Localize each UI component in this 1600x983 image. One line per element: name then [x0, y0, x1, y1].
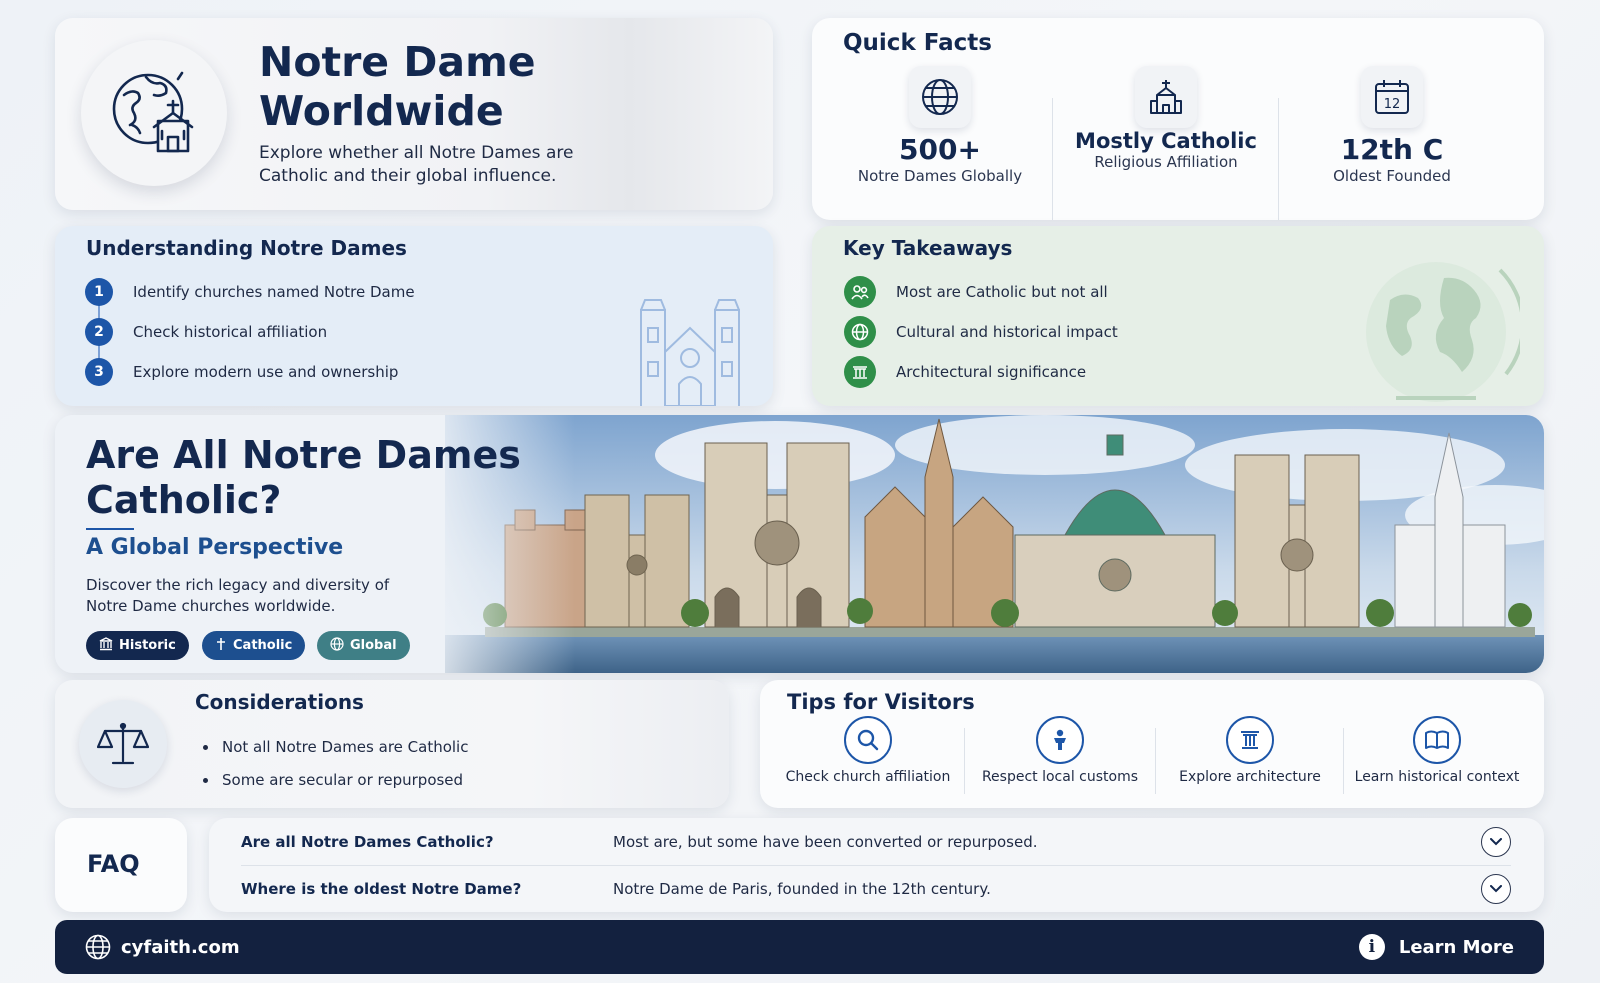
tag-global[interactable]: Global — [317, 631, 410, 660]
tip-label: Respect local customs — [981, 769, 1139, 785]
understanding-card: Understanding Notre Dames 1 Identify chu… — [55, 226, 773, 406]
consideration-item: Not all Notre Dames are Catholic — [203, 738, 468, 756]
tip-explore-architecture[interactable]: Explore architecture — [1155, 716, 1345, 786]
pillar-icon — [1226, 716, 1274, 764]
tips-title: Tips for Visitors — [787, 690, 975, 714]
cross-icon — [215, 637, 227, 655]
footer-site-link[interactable]: cyfaith.com — [85, 934, 240, 960]
considerations-title: Considerations — [195, 690, 364, 714]
globe-icon — [330, 636, 344, 655]
fact-notre-dames-globally: 500+ Notre Dames Globally — [827, 66, 1053, 186]
fact-religious-affiliation: Mostly Catholic Religious Affiliation — [1053, 66, 1279, 172]
globe-icon — [85, 934, 111, 960]
tip-label: Explore architecture — [1179, 769, 1321, 785]
tip-respect-customs[interactable]: Respect local customs — [965, 716, 1155, 786]
fact-label: Oldest Founded — [1333, 167, 1451, 185]
step-item: 1 Identify churches named Notre Dame — [85, 278, 415, 306]
chevron-down-icon[interactable] — [1481, 827, 1511, 857]
fact-value: 500+ — [899, 133, 981, 166]
scale-icon — [79, 700, 167, 788]
fact-value: Mostly Catholic — [1075, 129, 1257, 153]
tip-label: Check church affiliation — [785, 769, 951, 785]
takeaway-item: Architectural significance — [844, 356, 1086, 388]
consideration-item: Some are secular or repurposed — [203, 771, 463, 789]
cathedrals-illustration — [445, 415, 1544, 673]
takeaway-item: Most are Catholic but not all — [844, 276, 1108, 308]
pillar-icon — [844, 356, 876, 388]
tag-historic[interactable]: Historic — [86, 631, 189, 660]
world-globe-watermark-icon — [1366, 262, 1520, 402]
step-text: Explore modern use and ownership — [133, 363, 399, 381]
tag-catholic[interactable]: Catholic — [202, 631, 306, 660]
understanding-title: Understanding Notre Dames — [86, 236, 407, 260]
page-subtitle: Explore whether all Notre Dames are Cath… — [259, 143, 574, 186]
faq-item[interactable]: Where is the oldest Notre Dame? Notre Da… — [241, 866, 1511, 912]
footer-site-label: cyfaith.com — [121, 936, 240, 958]
tag-label: Global — [350, 638, 397, 653]
step-text: Identify churches named Notre Dame — [133, 283, 415, 301]
banner-text-panel: Are All Notre Dames Catholic? A Global P… — [55, 415, 575, 673]
step-number: 1 — [85, 278, 113, 306]
search-icon — [844, 716, 892, 764]
fact-label: Religious Affiliation — [1094, 153, 1238, 171]
faq-answer: Notre Dame de Paris, founded in the 12th… — [613, 880, 991, 898]
fact-value: 12th C — [1340, 133, 1444, 166]
considerations-card: Considerations Not all Notre Dames are C… — [55, 680, 729, 808]
step-number: 3 — [85, 358, 113, 386]
banner-title: Are All Notre Dames Catholic? — [86, 433, 521, 522]
tag-label: Catholic — [233, 638, 293, 653]
learn-more-button[interactable]: i Learn More — [1358, 934, 1514, 960]
faq-label-card: FAQ — [55, 818, 187, 912]
tip-label: Learn historical context — [1354, 769, 1520, 785]
step-item: 3 Explore modern use and ownership — [85, 358, 398, 386]
fact-oldest-founded: 12 12th C Oldest Founded — [1279, 66, 1505, 186]
banner-description: Discover the rich legacy and diversity o… — [86, 576, 390, 615]
banner-card: Are All Notre Dames Catholic? A Global P… — [55, 415, 1544, 673]
cathedral-outline-icon — [640, 299, 740, 406]
faq-item[interactable]: Are all Notre Dames Catholic? Most are, … — [241, 819, 1511, 865]
faq-card: Are all Notre Dames Catholic? Most are, … — [209, 818, 1544, 912]
globe-icon — [909, 66, 971, 128]
tips-card: Tips for Visitors Check church affiliati… — [760, 680, 1544, 808]
calendar-day: 12 — [1384, 97, 1401, 112]
tip-check-affiliation[interactable]: Check church affiliation — [773, 716, 963, 786]
tip-learn-context[interactable]: Learn historical context — [1342, 716, 1532, 786]
step-text: Check historical affiliation — [133, 323, 328, 341]
book-icon — [1413, 716, 1461, 764]
takeaways-title: Key Takeaways — [843, 236, 1013, 260]
fact-label: Notre Dames Globally — [857, 167, 1023, 185]
learn-more-label: Learn More — [1398, 936, 1514, 958]
chevron-down-icon[interactable] — [1481, 874, 1511, 904]
globe-icon — [844, 316, 876, 348]
faq-question: Where is the oldest Notre Dame? — [241, 880, 522, 898]
banner-subtitle: A Global Perspective — [86, 535, 344, 560]
people-icon — [844, 276, 876, 308]
takeaway-text: Cultural and historical impact — [896, 323, 1118, 341]
step-item: 2 Check historical affiliation — [85, 318, 327, 346]
banner-rule — [86, 528, 134, 530]
person-icon — [1036, 716, 1084, 764]
quick-facts-title: Quick Facts — [843, 30, 992, 56]
calendar-icon: 12 — [1361, 66, 1423, 128]
faq-title: FAQ — [87, 850, 140, 878]
page-title: Notre Dame Worldwide — [259, 38, 536, 135]
church-icon — [1135, 66, 1197, 128]
quick-facts-card: Quick Facts 500+ Notre Dames Globally Mo… — [812, 18, 1544, 220]
info-icon: i — [1358, 934, 1385, 960]
takeaway-text: Most are Catholic but not all — [896, 283, 1108, 301]
globe-church-icon — [81, 40, 227, 186]
museum-icon — [99, 636, 113, 655]
faq-answer: Most are, but some have been converted o… — [613, 833, 1038, 851]
takeaway-item: Cultural and historical impact — [844, 316, 1118, 348]
step-number: 2 — [85, 318, 113, 346]
tag-label: Historic — [119, 638, 176, 653]
title-card: Notre Dame Worldwide Explore whether all… — [55, 18, 773, 210]
takeaway-text: Architectural significance — [896, 363, 1087, 381]
key-takeaways-card: Key Takeaways Most are Catholic but not … — [812, 226, 1544, 406]
footer-bar: cyfaith.com i Learn More — [55, 920, 1544, 974]
faq-question: Are all Notre Dames Catholic? — [241, 833, 494, 851]
